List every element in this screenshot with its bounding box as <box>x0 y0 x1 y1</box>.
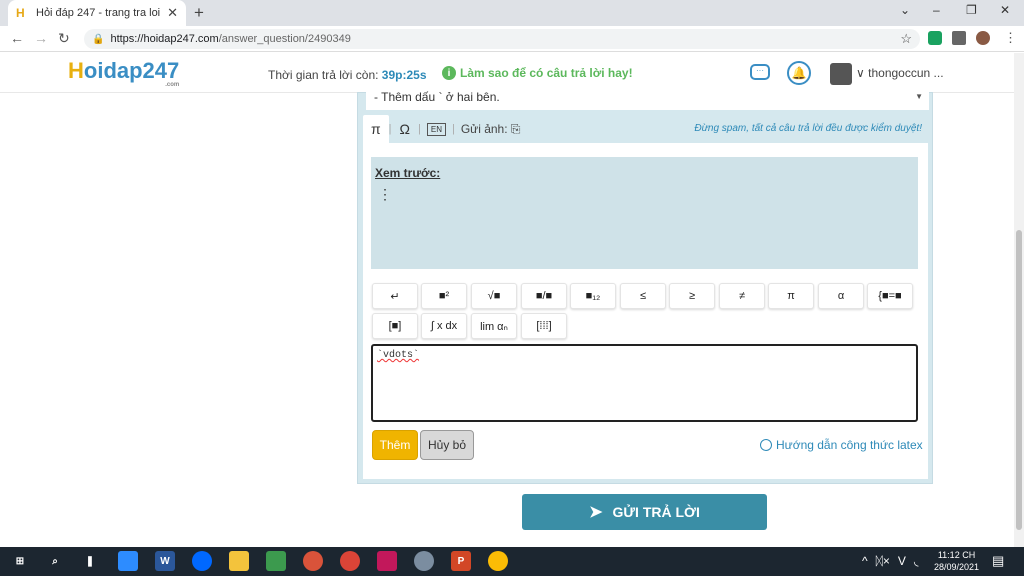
browser-tab[interactable]: H Hỏi đáp 247 - trang tra loi ✕ <box>8 0 186 26</box>
utility-app-icon[interactable] <box>377 551 397 571</box>
preview-box <box>371 157 918 269</box>
user-menu[interactable]: ∨ thongoccun ... <box>856 66 944 80</box>
close-window-button[interactable]: ✕ <box>1000 3 1010 17</box>
latex-input[interactable]: `vdots` <box>371 344 918 422</box>
minimize-button[interactable]: – <box>933 3 940 17</box>
tab-close-icon[interactable]: ✕ <box>167 5 178 21</box>
cancel-button[interactable]: Hủy bỏ <box>420 430 474 460</box>
language-tab[interactable]: EN <box>426 122 446 136</box>
recorder-app-icon[interactable] <box>303 551 323 571</box>
preview-content: ⋮ <box>378 186 392 202</box>
new-tab-button[interactable]: + <box>194 3 204 23</box>
system-key[interactable]: {■=■ <box>867 283 913 309</box>
clock-time: 11:12 CH <box>937 550 976 560</box>
latex-guide-link[interactable]: Hướng dẫn công thức latex <box>760 438 923 452</box>
reload-icon[interactable]: ↻ <box>58 30 70 47</box>
lock-icon: 🔒 <box>92 33 105 45</box>
search-icon[interactable]: ⌕ <box>45 551 65 571</box>
username: thongoccun ... <box>868 66 944 80</box>
upload-image-button[interactable]: Gửi ảnh: ⎘ <box>455 122 527 137</box>
table-key[interactable]: [⁞⁞⁞] <box>521 313 567 339</box>
spam-warning: Đừng spam, tất cả câu trả lời đều được k… <box>694 123 922 134</box>
tray-chevron-icon[interactable]: ^ <box>862 554 868 568</box>
clock-date: 28/09/2021 <box>934 562 980 572</box>
bookmark-star-icon[interactable]: ☆ <box>900 31 912 47</box>
task-view-icon[interactable]: ❚ <box>80 551 100 571</box>
subscript-key[interactable]: ■₁₂ <box>570 283 616 309</box>
word-app-icon[interactable]: W <box>155 551 175 571</box>
chevron-down-icon: ∨ <box>856 66 865 80</box>
profile-avatar-icon[interactable] <box>976 31 990 45</box>
answer-timer: Thời gian trả lời còn: 39p:25s <box>268 68 427 82</box>
sqrt-key[interactable]: √■ <box>471 283 517 309</box>
forward-arrow-icon[interactable]: → <box>34 30 48 46</box>
superscript-key[interactable]: ■² <box>421 283 467 309</box>
add-button[interactable]: Thêm <box>372 430 418 460</box>
powerpoint-app-icon[interactable]: P <box>451 551 471 571</box>
extension-check-icon[interactable] <box>928 31 942 45</box>
store-app-icon[interactable] <box>266 551 286 571</box>
newline-key[interactable]: ↵ <box>372 283 418 309</box>
integral-key[interactable]: ∫ x dx <box>421 313 467 339</box>
taskbar-clock[interactable]: 11:12 CH 28/09/2021 <box>934 549 979 573</box>
limit-key[interactable]: lim αₙ <box>471 313 517 339</box>
globe-icon <box>760 439 772 451</box>
wifi-icon[interactable]: ◟ <box>914 554 919 568</box>
site-logo[interactable]: Hoidap247 .com <box>68 58 179 88</box>
notification-bell-icon[interactable]: 🔔 <box>787 61 811 85</box>
math-symbols-tab[interactable]: π <box>363 115 389 143</box>
volume-muted-icon[interactable]: ᛞ× <box>876 554 890 568</box>
browser-menu-icon[interactable]: ⋮ <box>1004 30 1017 46</box>
question-text-line: - Thêm dấu ` ở hai bên. ▼ <box>366 86 929 110</box>
input-method-icon[interactable]: V <box>898 554 906 568</box>
timer-value: 39p:25s <box>381 68 427 82</box>
chrome-app-icon[interactable] <box>340 551 360 571</box>
preview-label: Xem trước: <box>375 166 441 180</box>
matrix-key[interactable]: [■] <box>372 313 418 339</box>
editor-toolbar: π | Ω | EN | Gửi ảnh: ⎘ Đừng spam, tất c… <box>363 115 928 143</box>
paperclip-icon: ⎘ <box>510 121 521 136</box>
site-favicon-icon: H <box>16 6 25 20</box>
answer-tip-link[interactable]: i Làm sao để có câu trả lời hay! <box>442 66 633 80</box>
back-arrow-icon[interactable]: ← <box>10 30 24 46</box>
restore-button[interactable]: ❐ <box>966 3 977 17</box>
geq-key[interactable]: ≥ <box>669 283 715 309</box>
system-tray: ^ ᛞ× V ◟ <box>862 554 919 568</box>
alpha-key[interactable]: α <box>818 283 864 309</box>
file-explorer-icon[interactable] <box>229 551 249 571</box>
scrollbar-thumb[interactable] <box>1016 230 1022 530</box>
chrome-alt-app-icon[interactable] <box>488 551 508 571</box>
user-avatar[interactable] <box>830 63 852 85</box>
submit-answer-button[interactable]: ➤ GỬI TRẢ LỜI <box>522 494 767 530</box>
leq-key[interactable]: ≤ <box>620 283 666 309</box>
pi-key[interactable]: π <box>768 283 814 309</box>
info-icon: i <box>442 66 456 80</box>
zalo-app-icon[interactable] <box>192 551 212 571</box>
dropdown-caret-icon[interactable]: ▼ <box>915 92 923 101</box>
url-host: https://hoidap247.com <box>110 33 219 45</box>
tab-search-icon[interactable]: ⌄ <box>900 3 910 17</box>
special-chars-tab[interactable]: Ω <box>392 121 418 137</box>
notification-center-icon[interactable]: ▤ <box>992 553 1004 569</box>
extensions-puzzle-icon[interactable] <box>952 31 966 45</box>
send-plane-icon: ➤ <box>589 504 603 521</box>
fraction-key[interactable]: ■/■ <box>521 283 567 309</box>
windows-start-icon[interactable]: ⊞ <box>10 551 30 571</box>
neq-key[interactable]: ≠ <box>719 283 765 309</box>
url-bar[interactable]: 🔒 https://hoidap247.com /answer_question… <box>84 29 920 49</box>
zoom-app-icon[interactable] <box>118 551 138 571</box>
tab-title: Hỏi đáp 247 - trang tra loi <box>36 7 161 19</box>
game-app-icon[interactable] <box>414 551 434 571</box>
url-path: /answer_question/2490349 <box>218 33 351 45</box>
chat-icon[interactable]: ··· <box>750 64 770 80</box>
